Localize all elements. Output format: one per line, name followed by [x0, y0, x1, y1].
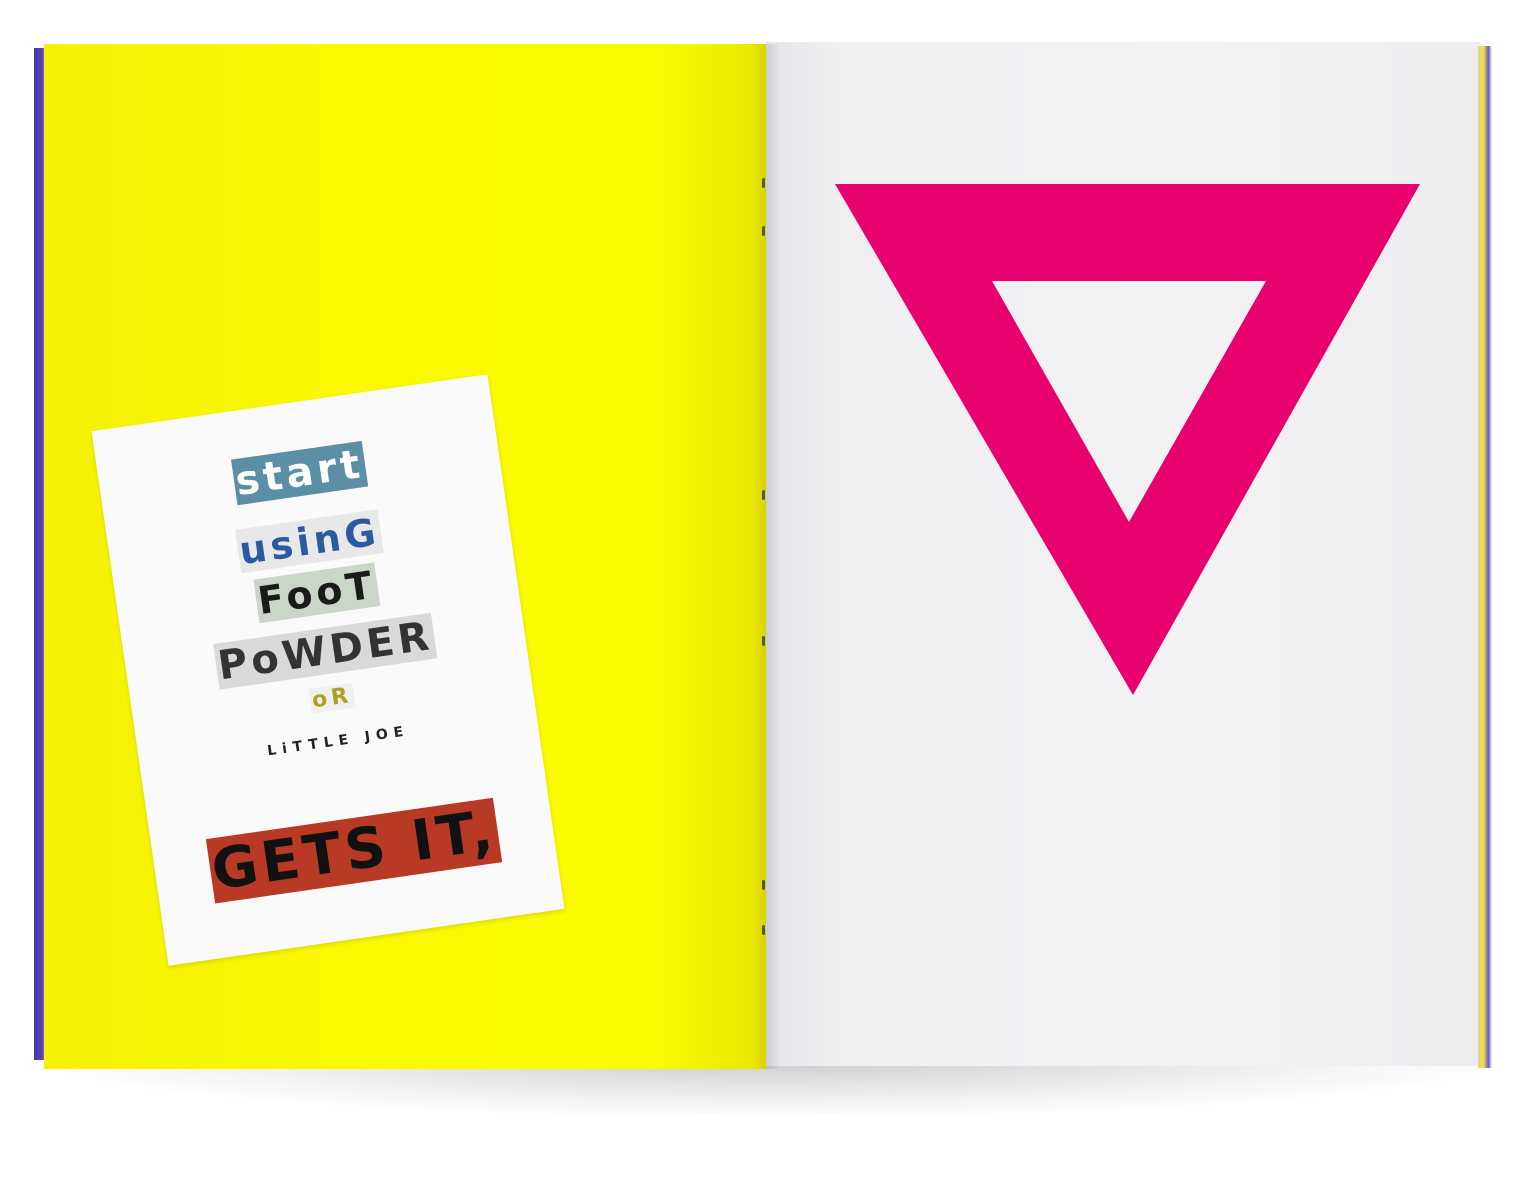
cutout-text: start [230, 440, 369, 506]
binding-gutter [752, 44, 780, 1069]
stitch-mark [762, 925, 765, 935]
cutout-text: GETS IT, [205, 797, 503, 904]
cover-edge-right [1478, 46, 1492, 1068]
stitch-mark [762, 880, 765, 890]
inverted-triangle-outline [835, 184, 1420, 695]
stitch-mark [762, 490, 765, 500]
pink-triangle-graphic [835, 184, 1420, 695]
stitch-mark [762, 226, 765, 236]
card-line-7: GETS IT, [151, 790, 556, 911]
stitch-mark [762, 636, 765, 646]
cutout-text: oR [308, 682, 356, 714]
cutout-text: FooT [253, 562, 381, 624]
open-book: start usinG FooT PoWDER oR LiTTLE JOE GE… [0, 0, 1533, 1190]
cutout-text: LiTTLE JOE [266, 723, 411, 760]
stitch-mark [762, 178, 765, 188]
ransom-note-card: start usinG FooT PoWDER oR LiTTLE JOE GE… [91, 374, 565, 966]
